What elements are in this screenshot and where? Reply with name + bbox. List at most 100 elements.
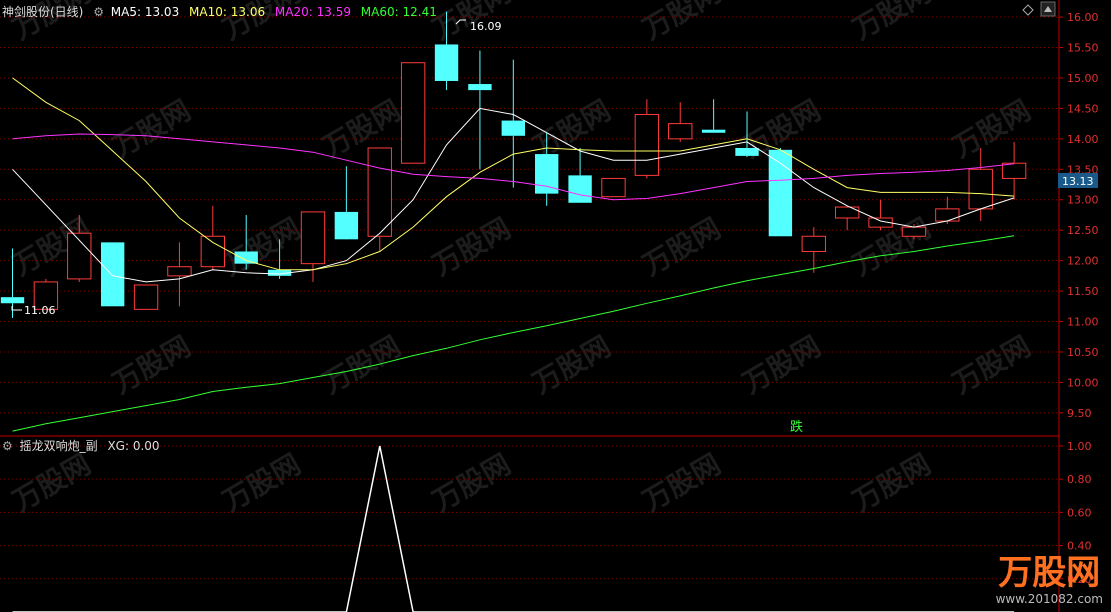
candle-body <box>200 235 226 268</box>
candle-body <box>300 211 326 265</box>
ma10-label: MA10: 13.06 <box>189 5 266 19</box>
tick-label: 9.50 <box>1067 407 1092 420</box>
tick-label: 14.50 <box>1067 102 1099 115</box>
signal-text: 跌 <box>790 419 803 435</box>
candle <box>100 242 125 307</box>
candle-body <box>133 284 159 310</box>
candle-body <box>434 44 459 81</box>
candle-body <box>935 208 960 222</box>
low-annotation: 11.06 <box>11 304 56 317</box>
watermark-text: 万股网 <box>217 447 306 518</box>
candle-body <box>901 226 927 237</box>
candle <box>801 227 826 273</box>
tick-label: 0.80 <box>1067 473 1092 486</box>
watermark-url: www.201082.com <box>995 592 1103 606</box>
candle-body <box>468 84 492 91</box>
tick-label: 12.00 <box>1067 255 1099 268</box>
tick-label: 0.60 <box>1067 506 1092 519</box>
tick-label: 16.00 <box>1067 11 1099 24</box>
diamond-icon[interactable] <box>1022 4 1034 16</box>
candle <box>334 166 359 240</box>
candle-body <box>801 235 826 252</box>
candle <box>167 242 192 307</box>
watermark-text: 万股网 <box>427 211 516 282</box>
candle-body <box>701 129 726 133</box>
stock-title[interactable]: 神剑股份(日线) <box>2 5 83 19</box>
tick-label: 15.00 <box>1067 72 1099 85</box>
watermark-text: 万股网 <box>847 0 936 46</box>
candle-body <box>100 242 125 307</box>
scroll-up-icon[interactable] <box>1040 1 1056 17</box>
candle <box>768 147 793 237</box>
watermark-text: 万股网 <box>637 211 726 282</box>
watermark-text: 万股网 <box>527 329 616 400</box>
price-axis: 9.50 10.00 10.50 11.00 11.50 12.00 12.50 13.00 1… <box>1059 11 1099 420</box>
xg-label: XG: 0.00 <box>107 439 160 453</box>
candle-body <box>535 154 559 194</box>
settings-icon[interactable]: ⚙ <box>93 5 104 19</box>
candle-body <box>334 211 359 240</box>
tick-label: 15.50 <box>1067 41 1099 54</box>
candle <box>968 147 993 222</box>
candle <box>868 199 893 231</box>
tick-label: 11.50 <box>1067 285 1099 298</box>
watermark-text: 万股网 <box>847 447 936 518</box>
tick-label: 12.50 <box>1067 224 1099 237</box>
candle <box>701 99 726 133</box>
indicator-lines <box>12 445 1015 612</box>
tick-label: 10.00 <box>1067 376 1099 389</box>
candle <box>300 211 326 282</box>
ma5-label: MA5: 13.03 <box>110 5 180 19</box>
candle <box>200 205 226 270</box>
indicator-line-xg <box>12 445 1015 612</box>
watermark-text: 万股网 <box>947 329 1036 400</box>
tick-label: 14.00 <box>1067 133 1099 146</box>
high-label: 16.09 <box>470 20 502 33</box>
candle-body <box>167 266 192 277</box>
tick-label: 11.00 <box>1067 316 1099 329</box>
main-header: 神剑股份(日线) ⚙ MA5: 13.03 MA10: 13.06 MA20: … <box>2 3 443 20</box>
watermark-text: 万股网 <box>737 329 826 400</box>
tick-label: 1.00 <box>1067 440 1092 453</box>
low-label: 11.06 <box>24 304 56 317</box>
watermark-text: 万股网 <box>317 329 406 400</box>
sub-header: ⚙ 摇龙双响炮_副 XG: 0.00 <box>2 437 166 454</box>
kline-chart: 万股网 万股网 万股网 万股网 万股网万股网 万股网 万股网 万股网 万股网万股网 万股网 万股网万… <box>0 0 1099 612</box>
watermark-brand: 万股网 www.201082.com <box>996 554 1103 606</box>
watermark-text: 万股网 <box>637 447 726 518</box>
candle-body <box>568 175 592 203</box>
ma20-label: MA20: 13.59 <box>274 5 351 19</box>
candle-body <box>668 123 693 140</box>
candle <box>935 196 960 225</box>
candle-body <box>367 147 392 237</box>
current-price-marker: 13.13 <box>1058 173 1098 188</box>
candle <box>601 177 626 198</box>
candle-body <box>0 297 25 304</box>
indicator-name[interactable]: 摇龙双响炮_副 <box>20 439 98 453</box>
candle <box>133 284 159 310</box>
candle-body <box>735 147 759 156</box>
candle <box>634 99 660 179</box>
watermark-logo: 万股网 <box>998 553 1101 593</box>
candle-body <box>834 206 860 219</box>
candle-body <box>968 168 993 210</box>
candle-body <box>501 120 525 136</box>
tick-label: 0.40 <box>1067 540 1092 553</box>
settings-icon[interactable]: ⚙ <box>2 439 13 453</box>
watermark-text: 万股网 <box>947 93 1036 164</box>
tick-label: 10.50 <box>1067 346 1099 359</box>
watermark-text: 万股网 <box>637 0 726 46</box>
candle-body <box>634 113 660 176</box>
candle-body <box>601 177 626 198</box>
watermark-text: 万股网 <box>107 93 196 164</box>
candle <box>1001 141 1027 200</box>
candle <box>501 59 525 188</box>
watermark-text: 万股网 <box>7 447 96 518</box>
watermark-text: 万股网 <box>317 93 406 164</box>
current-price-label: 13.13 <box>1062 175 1094 188</box>
watermark-text: 万股网 <box>107 329 196 400</box>
candle-body <box>1001 162 1027 179</box>
candle-body <box>234 251 258 264</box>
candle <box>367 147 392 252</box>
ma60-label: MA60: 12.41 <box>360 5 437 19</box>
